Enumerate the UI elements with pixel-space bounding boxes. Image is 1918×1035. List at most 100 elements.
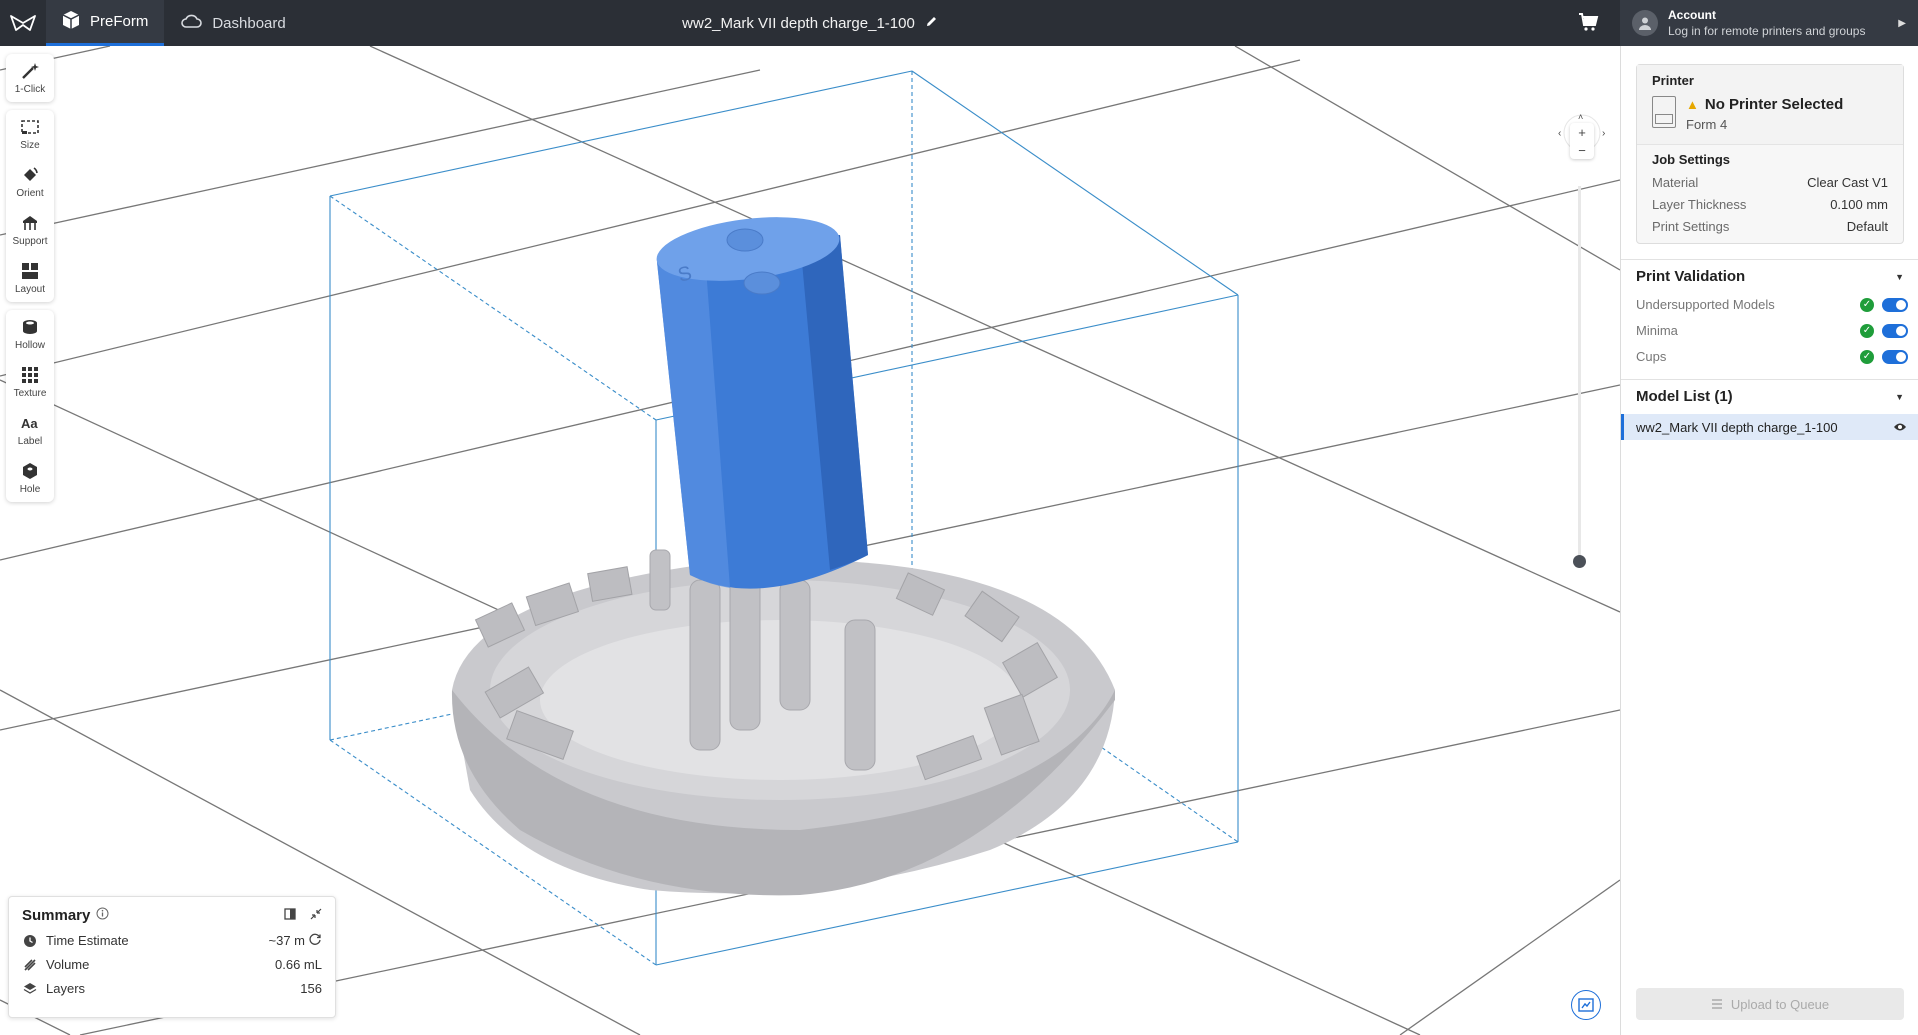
tool-texture[interactable]: Texture	[6, 358, 54, 406]
upload-to-queue-button[interactable]: Upload to Queue	[1636, 988, 1904, 1020]
chart-feedback-icon[interactable]	[1571, 990, 1601, 1020]
printer-model: Form 4	[1686, 117, 1728, 132]
summary-title: Summary	[22, 907, 91, 924]
model-list-header[interactable]: Model List (1) ▼	[1636, 388, 1904, 405]
validation-cups: Cups ✓	[1636, 349, 1908, 364]
setting-key: Material	[1652, 174, 1699, 190]
document-title[interactable]: ww2_Mark VII depth charge_1-100	[682, 15, 915, 32]
setting-value: 0.100 mm	[1830, 196, 1888, 212]
tool-label: Texture	[13, 388, 47, 399]
job-settings[interactable]: Job Settings Material Clear Cast V1 Laye…	[1637, 145, 1903, 244]
summary-label: Volume	[46, 957, 90, 972]
check-icon: ✓	[1860, 323, 1874, 338]
pencil-icon[interactable]	[925, 15, 938, 32]
hole-icon	[23, 463, 37, 479]
validation-label: Minima	[1636, 323, 1678, 338]
caret-down-icon: ▼	[1895, 271, 1904, 282]
layout-icon	[22, 263, 38, 279]
svg-text:Aa: Aa	[21, 416, 38, 431]
resin-drop-icon	[22, 957, 38, 973]
printer-status: No Printer Selected	[1704, 96, 1844, 113]
refresh-icon[interactable]	[309, 933, 322, 949]
magic-wand-icon	[22, 63, 39, 79]
svg-text:‹: ‹	[1558, 128, 1561, 139]
upload-label: Upload to Queue	[1730, 996, 1830, 1012]
account-button[interactable]: Account Log in for remote printers and g…	[1620, 0, 1918, 46]
job-settings-heading: Job Settings	[1652, 152, 1731, 167]
tool-label: Layout	[14, 284, 46, 295]
avatar	[1632, 10, 1658, 36]
tool-layout[interactable]: Layout	[6, 254, 54, 302]
cart-icon[interactable]	[1578, 12, 1602, 34]
orient-icon	[24, 167, 38, 181]
tool-one-click[interactable]: 1-Click	[6, 54, 54, 102]
print-validation-header[interactable]: Print Validation ▼	[1636, 268, 1904, 285]
model-name: ww2_Mark VII depth charge_1-100	[1636, 419, 1838, 435]
summary-row-time: Time Estimate ~37 m	[22, 933, 322, 948]
validation-label: Cups	[1636, 349, 1667, 364]
tab-dashboard[interactable]: Dashboard	[164, 0, 301, 46]
svg-text:›: ›	[1602, 128, 1605, 139]
tool-label-text: Label	[17, 436, 43, 447]
job-setting-layer-thickness: Layer Thickness 0.100 mm	[1652, 193, 1888, 215]
toggle-cups[interactable]	[1882, 349, 1908, 364]
collapse-icon[interactable]	[310, 907, 322, 924]
eye-icon[interactable]	[1893, 420, 1907, 435]
setting-value: Clear Cast V1	[1807, 174, 1888, 190]
tool-orient[interactable]: Orient	[6, 158, 54, 206]
top-bar: PreForm Dashboard ww2_Mark VII depth cha…	[0, 0, 1918, 46]
layer-slider-track[interactable]	[1578, 186, 1581, 562]
info-icon[interactable]	[96, 907, 109, 924]
tab-label: Dashboard	[212, 14, 286, 32]
size-icon	[21, 120, 39, 134]
summary-card: Summary Time Estimate ~37 m Volume 0.66 …	[8, 896, 336, 1018]
printer-card[interactable]: Printer ▲ No Printer Selected Form 4 Job…	[1636, 64, 1904, 244]
texture-icon	[22, 367, 38, 383]
toggle-minima[interactable]	[1882, 323, 1908, 338]
tool-label: Orient	[16, 188, 44, 199]
divider	[1621, 259, 1918, 260]
check-icon: ✓	[1860, 349, 1874, 364]
toggle-undersupported[interactable]	[1882, 297, 1908, 312]
tool-label[interactable]: Aa Label	[6, 406, 54, 454]
summary-value: 156	[300, 981, 322, 996]
tool-size[interactable]: Size	[6, 110, 54, 158]
account-title: Account	[1668, 8, 1716, 22]
3d-viewport[interactable]: S 1-Click Size Orient Support Layout Hol…	[0, 46, 1620, 1035]
validation-undersupported: Undersupported Models ✓	[1636, 297, 1908, 312]
tool-label: Hole	[19, 484, 41, 495]
svg-text:˄: ˄	[1578, 112, 1583, 122]
setting-value: Default	[1846, 218, 1888, 234]
hollow-icon	[23, 320, 37, 334]
build-scene[interactable]: S	[0, 46, 1620, 1035]
zoom-out-button[interactable]: −	[1578, 143, 1586, 158]
panel-toggle-icon[interactable]	[284, 907, 296, 924]
layer-slider-handle[interactable]	[1573, 555, 1586, 568]
toolbar-group-modify: Hollow Texture Aa Label Hole	[6, 310, 54, 502]
model-base[interactable]	[451, 549, 1115, 896]
model-cylinder-selected[interactable]: S	[653, 208, 868, 589]
validation-label: Undersupported Models	[1636, 297, 1775, 312]
formlabs-logo-icon[interactable]	[0, 0, 46, 46]
queue-list-icon	[1711, 997, 1723, 1012]
tool-label: Hollow	[14, 340, 45, 351]
tool-support[interactable]: Support	[6, 206, 54, 254]
zoom-controls: + −	[1570, 123, 1594, 159]
tool-hole[interactable]: Hole	[6, 454, 54, 502]
account-subtitle: Log in for remote printers and groups	[1668, 24, 1866, 38]
model-list-item[interactable]: ww2_Mark VII depth charge_1-100	[1621, 414, 1918, 440]
setting-key: Print Settings	[1652, 218, 1730, 234]
layers-icon	[22, 981, 38, 997]
toolbar-group-prepare: Size Orient Support Layout	[6, 110, 54, 302]
zoom-in-button[interactable]: +	[1578, 125, 1586, 140]
tool-hollow[interactable]: Hollow	[6, 310, 54, 358]
tab-preform[interactable]: PreForm	[46, 0, 165, 46]
tab-label: PreForm	[90, 13, 149, 30]
check-icon: ✓	[1860, 297, 1874, 312]
preform-box-icon	[62, 10, 80, 34]
printer-heading: Printer	[1652, 73, 1694, 88]
setting-key: Layer Thickness	[1652, 196, 1747, 212]
support-icon	[23, 216, 37, 230]
summary-row-layers: Layers 156	[22, 981, 322, 996]
tool-label: Support	[12, 236, 48, 247]
